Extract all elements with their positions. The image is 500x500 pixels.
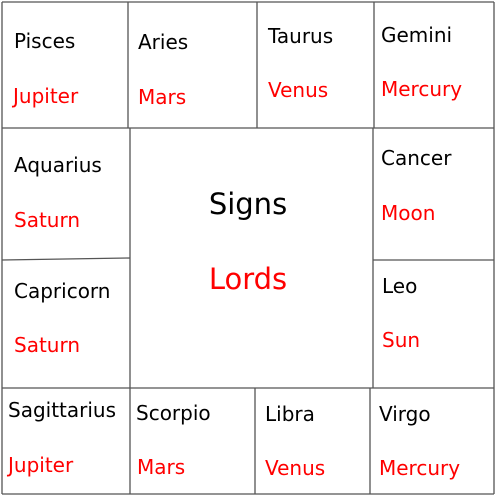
sign-label: Leo [382, 274, 418, 298]
sign-label: Capricorn [14, 279, 111, 303]
sign-label: Scorpio [136, 401, 211, 425]
lord-label: Mars [137, 455, 186, 479]
sign-label: Aquarius [14, 153, 102, 177]
sign-label: Gemini [381, 23, 453, 47]
sign-label: Pisces [14, 29, 76, 53]
lord-label: Mercury [381, 77, 463, 101]
sign-label: Taurus [268, 24, 334, 48]
zodiac-chart: Pisces Jupiter Aries Mars Taurus Venus G… [0, 0, 500, 500]
lord-label: Jupiter [13, 84, 79, 108]
lord-label: Venus [268, 78, 329, 102]
lord-label: Saturn [14, 333, 81, 357]
lord-label: Mercury [379, 456, 461, 480]
sign-label: Virgo [379, 402, 431, 426]
sign-label: Aries [138, 30, 189, 54]
lord-label: Sun [382, 328, 421, 352]
lord-label: Mars [138, 85, 187, 109]
sign-label: Cancer [381, 146, 452, 170]
lord-label: Moon [381, 201, 436, 225]
center-sign-label: Signs [208, 187, 288, 221]
left-column-split [1, 257, 131, 261]
lord-label: Venus [265, 456, 326, 480]
sign-label: Libra [265, 402, 315, 426]
lord-label: Jupiter [8, 453, 74, 477]
center-lord-label: Lords [208, 262, 288, 296]
sign-label: Sagittarius [8, 398, 117, 422]
lord-label: Saturn [14, 208, 81, 232]
